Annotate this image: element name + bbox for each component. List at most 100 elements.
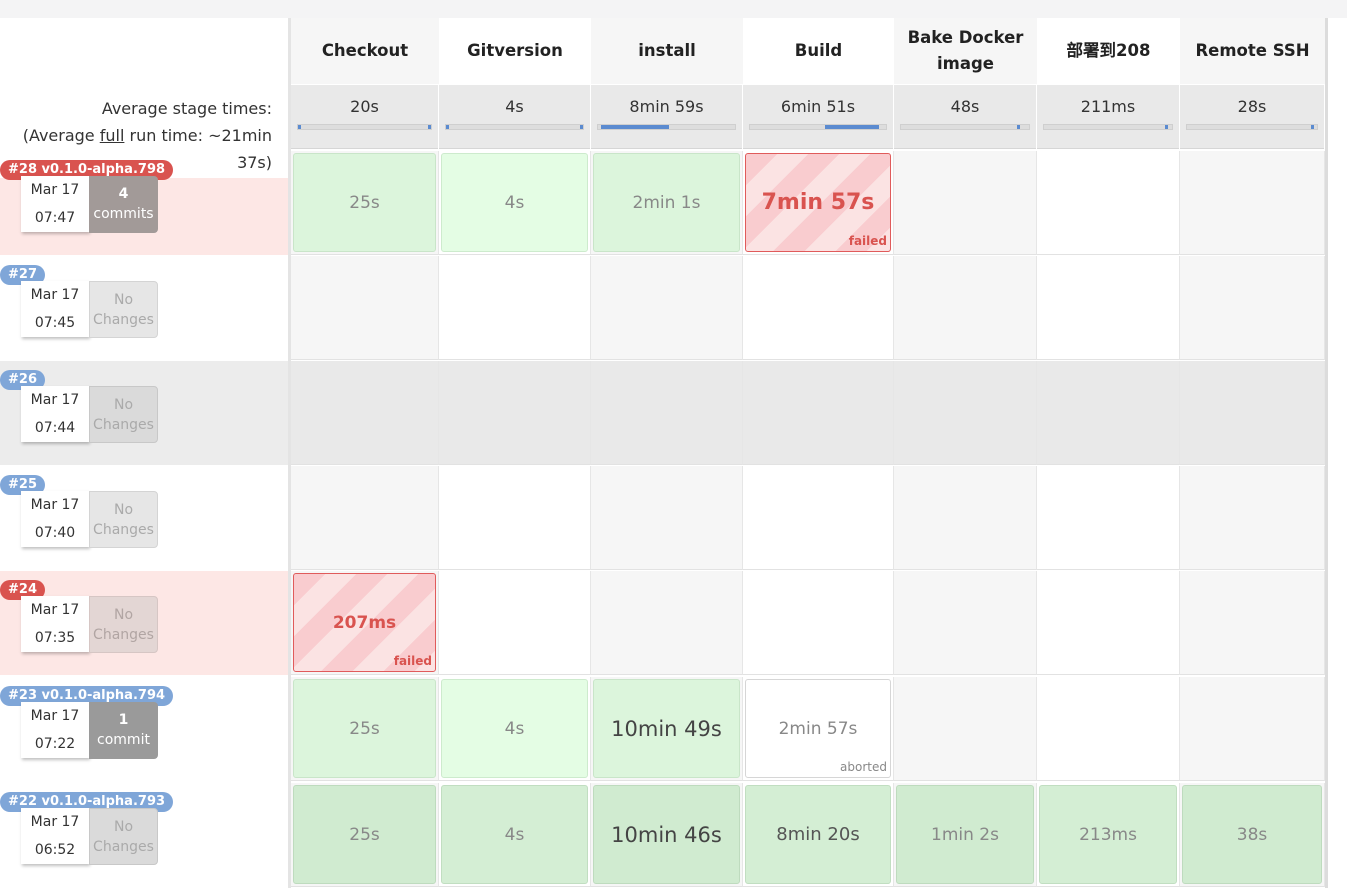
- stage-duration: 4s: [504, 192, 525, 213]
- build-date-day: Mar 17: [30, 814, 80, 830]
- stage-result-tile[interactable]: 8min 20s: [745, 785, 891, 884]
- stage-result-tile[interactable]: 2min 57s aborted: [745, 679, 891, 778]
- changes-count: No: [113, 502, 134, 518]
- changes-button[interactable]: No Changes: [89, 386, 158, 443]
- average-label-line2: (Average full run time: ~21min: [0, 122, 272, 149]
- changes-text: Changes: [93, 839, 154, 855]
- stage-result-tile[interactable]: 10min 49s: [593, 679, 740, 778]
- stage-cell-build: 2min 57s aborted: [743, 677, 894, 781]
- average-time-bar: [1043, 124, 1173, 130]
- stage-result-tile[interactable]: 7min 57s failed: [745, 153, 891, 252]
- changes-button[interactable]: No Changes: [89, 491, 158, 548]
- stage-cell-gitversion: 4s: [439, 151, 591, 255]
- changes-button[interactable]: No Changes: [89, 596, 158, 653]
- stage-cell-checkout: 207ms failed: [291, 571, 439, 675]
- average-time-bar-marker: [1311, 125, 1315, 129]
- stage-cell-bake-docker-image: [894, 151, 1037, 255]
- stage-cell-gitversion: [439, 361, 591, 465]
- build-date-day: Mar 17: [30, 708, 80, 724]
- stage-cell-remote-ssh: [1180, 571, 1325, 675]
- average-time-bar-marker: [298, 125, 301, 129]
- build-date: Mar 17 07:47: [21, 176, 89, 232]
- stage-header-6: 部署到208: [1037, 18, 1180, 84]
- build-date: Mar 17 07:35: [21, 596, 89, 652]
- average-time-bar: [445, 124, 584, 130]
- changes-text: Changes: [93, 417, 154, 433]
- stage-cell-bake-docker-image: [894, 677, 1037, 781]
- average-time-bar-marker: [1017, 125, 1021, 129]
- stage-cell-208: [1037, 677, 1180, 781]
- average-time-cell: 8min 59s: [591, 85, 742, 149]
- average-label-line1: Average stage times:: [101, 99, 272, 118]
- stage-cell-remote-ssh: [1180, 677, 1325, 781]
- changes-count: 4: [118, 186, 129, 202]
- average-time-cell: 20s: [291, 85, 438, 149]
- stage-cell-build: [743, 361, 894, 465]
- stage-result-tile[interactable]: 4s: [441, 785, 588, 884]
- changes-button[interactable]: 1 commit: [89, 702, 158, 759]
- changes-count: 1: [118, 712, 129, 728]
- stage-cell-install: 10min 46s: [591, 783, 743, 887]
- stage-result-tile[interactable]: 38s: [1182, 785, 1322, 884]
- stage-cell-gitversion: [439, 256, 591, 360]
- build-date-day: Mar 17: [30, 287, 80, 303]
- stage-cell-install: [591, 361, 743, 465]
- stage-cell-build: 7min 57s failed: [743, 151, 894, 255]
- build-date-day: Mar 17: [30, 182, 80, 198]
- average-time-bar: [597, 124, 736, 130]
- stage-result-tile[interactable]: 25s: [293, 679, 436, 778]
- average-time-value: 20s: [350, 97, 379, 116]
- stage-result-tile[interactable]: 4s: [441, 679, 588, 778]
- stage-duration: 25s: [349, 824, 380, 845]
- stage-cell-install: [591, 466, 743, 570]
- average-time-bar-marker: [428, 125, 431, 129]
- changes-text: commits: [93, 206, 154, 222]
- stage-result-tile[interactable]: 1min 2s: [896, 785, 1034, 884]
- average-time-cell: 211ms: [1037, 85, 1179, 149]
- stage-cell-bake-docker-image: [894, 256, 1037, 360]
- average-time-bar: [749, 124, 887, 130]
- changes-button[interactable]: No Changes: [89, 281, 158, 338]
- stage-cell-build: [743, 571, 894, 675]
- stage-result-tile[interactable]: 213ms: [1039, 785, 1177, 884]
- stage-status-label: failed: [393, 654, 432, 668]
- average-time-bar-fill: [824, 125, 880, 129]
- stage-duration: 10min 49s: [611, 716, 722, 741]
- stage-cell-gitversion: [439, 571, 591, 675]
- stage-result-tile[interactable]: 4s: [441, 153, 588, 252]
- stage-result-tile[interactable]: 10min 46s: [593, 785, 740, 884]
- average-time-bar-marker: [446, 125, 449, 129]
- build-date-time: 06:52: [34, 842, 76, 858]
- build-date-day: Mar 17: [30, 602, 80, 618]
- changes-button[interactable]: 4 commits: [89, 176, 158, 233]
- grid-left-edge: [288, 18, 291, 888]
- stage-duration: 7min 57s: [761, 190, 875, 215]
- stage-cell-remote-ssh: [1180, 151, 1325, 255]
- stage-result-tile[interactable]: 2min 1s: [593, 153, 740, 252]
- stage-result-tile[interactable]: 207ms failed: [293, 573, 436, 672]
- stage-cell-install: [591, 256, 743, 360]
- stage-cell-checkout: 25s: [291, 783, 439, 887]
- average-time-value: 8min 59s: [629, 97, 704, 116]
- stage-result-tile[interactable]: 25s: [293, 153, 436, 252]
- full-run-time-link[interactable]: full: [100, 126, 125, 145]
- stage-header-1: Checkout: [291, 18, 439, 84]
- stage-status-label: aborted: [840, 760, 887, 774]
- changes-button[interactable]: No Changes: [89, 808, 158, 865]
- average-label-prefix: (Average: [22, 126, 100, 145]
- stage-cell-gitversion: 4s: [439, 677, 591, 781]
- stage-duration: 38s: [1236, 824, 1268, 845]
- stage-duration: 1min 2s: [931, 824, 999, 845]
- average-time-value: 28s: [1237, 97, 1267, 116]
- stage-result-tile[interactable]: 25s: [293, 785, 436, 884]
- stage-duration: 4s: [504, 718, 525, 739]
- stage-duration: 2min 57s: [778, 718, 858, 739]
- stage-cell-remote-ssh: [1180, 256, 1325, 360]
- stage-header-4: Build: [743, 18, 894, 84]
- stage-cell-208: [1037, 466, 1180, 570]
- stage-header-3: install: [591, 18, 743, 84]
- stage-cell-bake-docker-image: [894, 466, 1037, 570]
- changes-text: Changes: [93, 522, 154, 538]
- stage-status-label: failed: [848, 234, 887, 248]
- average-time-value: 48s: [950, 97, 980, 116]
